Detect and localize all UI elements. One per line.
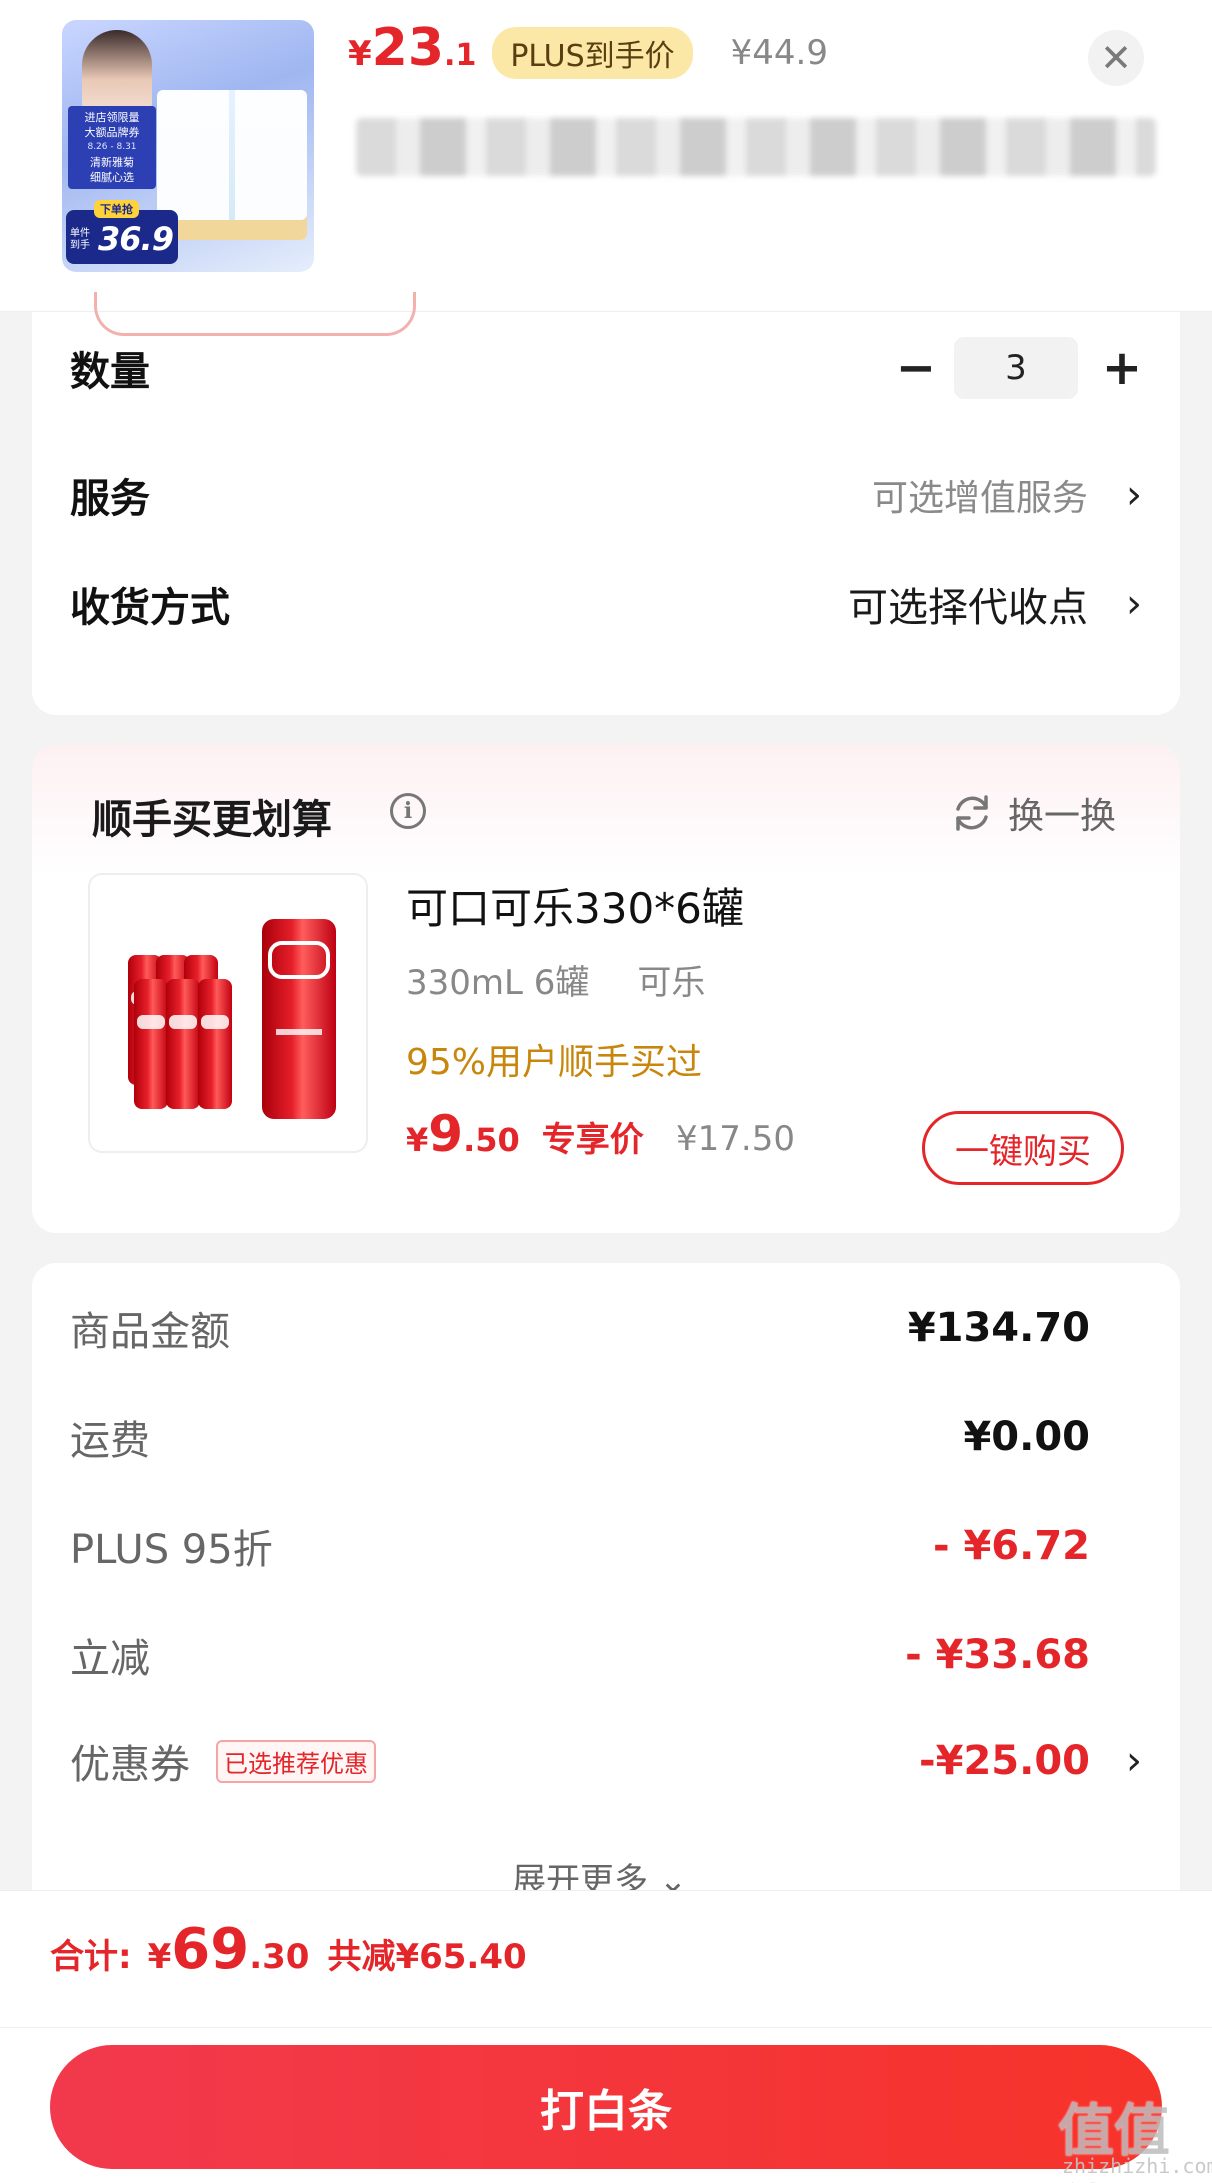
total-label: 合计: — [50, 1937, 132, 1977]
product-name[interactable]: 可口可乐330*6罐 — [406, 875, 744, 936]
price-integer: 23 — [371, 18, 445, 78]
current-price: ¥ 23 .1 — [348, 18, 476, 78]
can-image — [134, 979, 168, 1109]
summary-value: ¥134.70 — [907, 1305, 1090, 1351]
promo-line-3: 清新雅菊 — [90, 156, 134, 169]
promo-line-1: 进店领限量 — [84, 111, 140, 124]
promo-line-4: 细腻心选 — [90, 171, 134, 184]
quantity-label: 数量 — [70, 349, 150, 395]
order-total: 合计: ¥ 69 .30 共减¥65.40 — [50, 1917, 527, 1982]
badge-price: 36.9 — [98, 220, 174, 258]
promo-dates: 8.26 - 8.31 — [87, 142, 137, 152]
summary-row-instant-discount: 立减 - ¥33.68 — [32, 1620, 1180, 1690]
quantity-row: 数量 − 3 + — [32, 328, 1180, 408]
info-icon[interactable]: i — [390, 793, 426, 829]
product-price-decimal: .50 — [463, 1121, 520, 1159]
original-price: ¥44.9 — [730, 33, 828, 73]
chevron-right-icon: › — [1126, 581, 1142, 627]
summary-value: - ¥33.68 — [905, 1632, 1090, 1678]
increase-quantity-button[interactable]: + — [1100, 340, 1144, 396]
service-value: 可选增值服务 — [871, 478, 1088, 519]
unit-price-badge: 下单抢 单件到手 36.9 — [66, 200, 178, 264]
summary-value: ¥0.00 — [963, 1414, 1090, 1460]
bought-together-note: 95%用户顺手买过 — [406, 1042, 703, 1083]
chevron-right-icon: › — [1126, 1738, 1142, 1784]
delivery-row[interactable]: 收货方式 可选择代收点 › — [32, 564, 1180, 644]
price-row: ¥ 23 .1 PLUS到手价 ¥44.9 — [348, 18, 828, 88]
pay-with-baitiao-button[interactable]: 打白条 — [50, 2045, 1162, 2169]
close-icon: ✕ — [1100, 36, 1132, 80]
summary-value: - ¥6.72 — [932, 1523, 1090, 1569]
summary-label: 商品金额 — [70, 1309, 230, 1355]
product-original-price: ¥17.50 — [676, 1119, 795, 1159]
price-currency: ¥ — [348, 34, 372, 74]
can-image — [166, 979, 200, 1109]
bundle-card: 顺手买更划算 i 换一换 可口可乐330*6罐 330mL 6罐 可乐 95%用户… — [32, 745, 1180, 1233]
summary-row-subtotal: 商品金额 ¥134.70 — [32, 1293, 1180, 1363]
product-spec-flavor: 可乐 — [637, 963, 706, 1003]
decrease-quantity-button[interactable]: − — [894, 340, 938, 396]
product-spec-size: 330mL 6罐 — [406, 963, 590, 1003]
summary-label: 运费 — [70, 1418, 150, 1464]
product-thumbnail[interactable]: 进店领限量 大额品牌券 8.26 - 8.31 清新雅菊 细腻心选 下单抢 单件… — [62, 20, 314, 272]
product-price: ¥ 9 .50 专享价 — [406, 1105, 644, 1163]
badge-tag: 下单抢 — [94, 200, 139, 218]
divider — [0, 2027, 1212, 2028]
one-click-buy-button[interactable]: 一键购买 — [922, 1111, 1124, 1185]
summary-label: 立减 — [70, 1636, 150, 1682]
close-button[interactable]: ✕ — [1088, 30, 1144, 86]
delivery-value: 可选择代收点 — [848, 585, 1088, 631]
promo-banner: 进店领限量 大额品牌券 8.26 - 8.31 清新雅菊 细腻心选 — [68, 106, 156, 189]
summary-row-shipping: 运费 ¥0.00 — [32, 1402, 1180, 1472]
options-card: 数量 − 3 + 服务 可选增值服务 › 收货方式 可选择代收点 › — [32, 292, 1180, 715]
summary-row-plus-discount: PLUS 95折 - ¥6.72 — [32, 1511, 1180, 1581]
bundle-title: 顺手买更划算 — [92, 797, 332, 843]
large-can-image — [262, 919, 336, 1119]
product-price-integer: 9 — [428, 1105, 464, 1163]
summary-value: -¥25.00 — [919, 1738, 1090, 1784]
total-decimal: .30 — [249, 1937, 310, 1977]
chevron-right-icon: › — [1126, 472, 1142, 518]
quantity-input[interactable]: 3 — [954, 337, 1078, 399]
product-price-currency: ¥ — [406, 1121, 429, 1159]
promo-line-2: 大额品牌券 — [84, 126, 140, 139]
watermark-url: zhizhizhi.com — [1062, 2154, 1212, 2178]
summary-label: PLUS 95折 — [70, 1527, 273, 1573]
total-integer: 69 — [171, 1917, 250, 1982]
summary-label: 优惠券 — [70, 1742, 190, 1788]
badge-label: 单件到手 — [70, 228, 90, 251]
can-image — [198, 979, 232, 1109]
refresh-icon — [956, 795, 988, 831]
checkout-bar: 合计: ¥ 69 .30 共减¥65.40 打白条 — [0, 1890, 1212, 2183]
service-row[interactable]: 服务 可选增值服务 › — [32, 455, 1180, 535]
price-decimal: .1 — [444, 38, 477, 73]
coupon-applied-badge: 已选推荐优惠 — [216, 1739, 376, 1783]
delivery-label: 收货方式 — [70, 585, 230, 631]
blurred-product-title — [356, 118, 1156, 176]
refresh-label: 换一换 — [1008, 796, 1117, 837]
tissue-boxes-image — [157, 90, 307, 240]
product-spec: 330mL 6罐 可乐 — [406, 955, 705, 1004]
exclusive-price-label: 专享价 — [541, 1120, 644, 1160]
summary-row-coupon[interactable]: 优惠券 已选推荐优惠 -¥25.00 › — [32, 1726, 1180, 1796]
product-image[interactable] — [88, 873, 368, 1153]
product-header: 进店领限量 大额品牌券 8.26 - 8.31 清新雅菊 细腻心选 下单抢 单件… — [0, 0, 1212, 312]
service-label: 服务 — [70, 476, 150, 522]
total-saved: 共减¥65.40 — [327, 1937, 527, 1977]
total-currency: ¥ — [147, 1937, 172, 1977]
plus-price-tag: PLUS到手价 — [492, 27, 693, 79]
refresh-button[interactable]: 换一换 — [950, 787, 1116, 839]
